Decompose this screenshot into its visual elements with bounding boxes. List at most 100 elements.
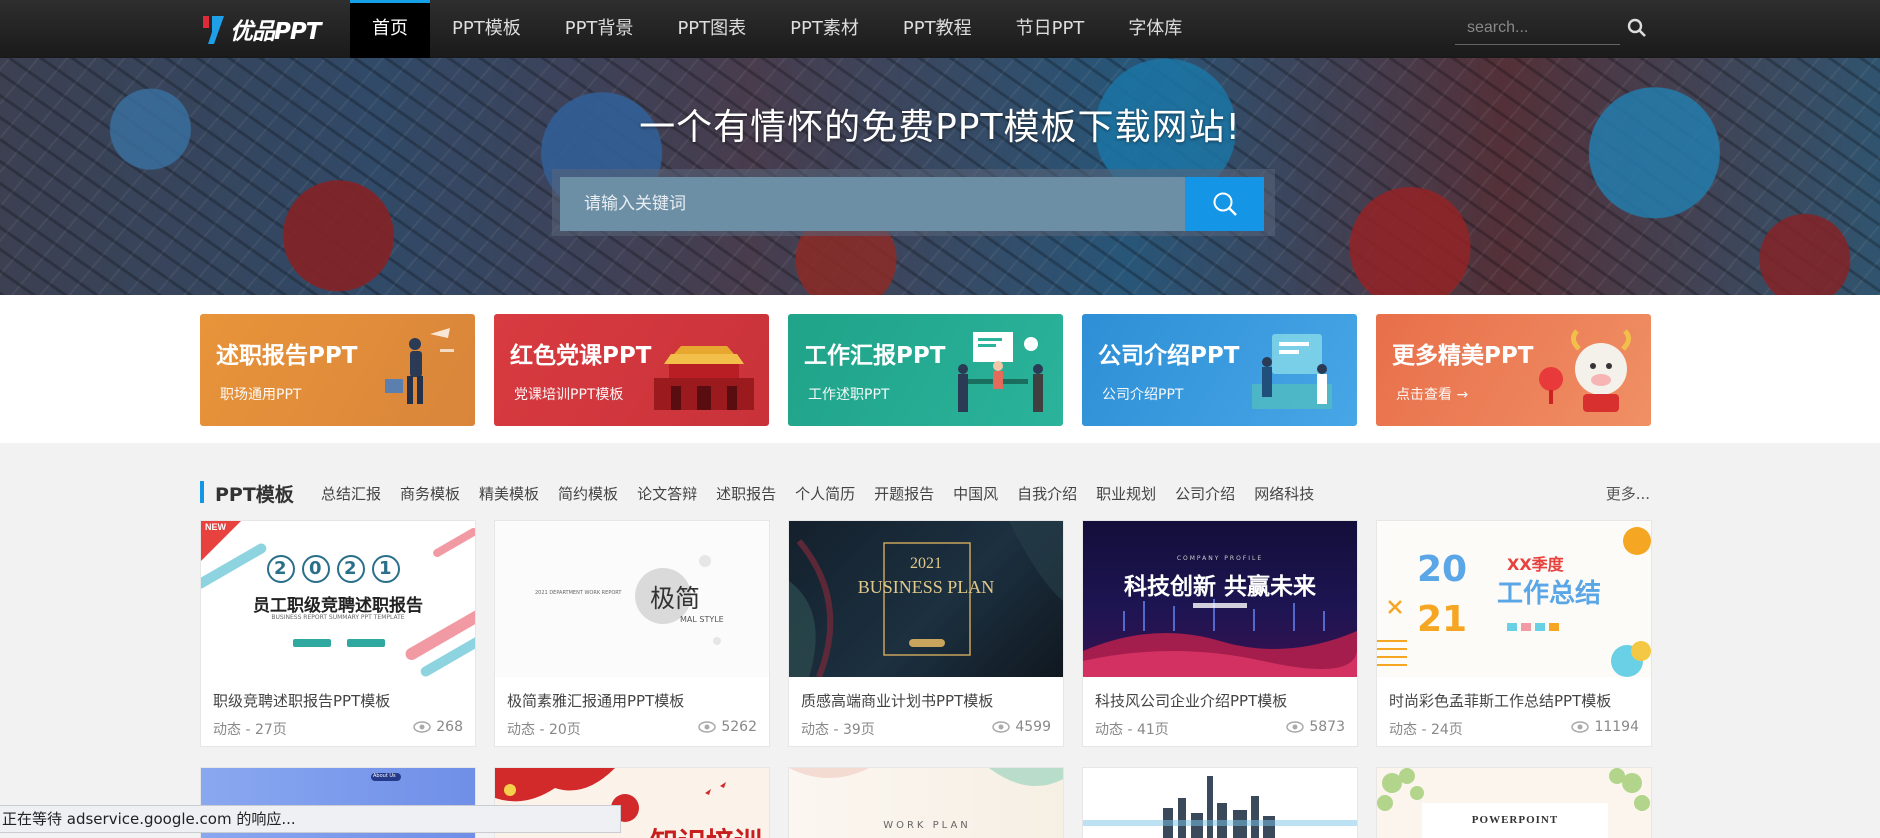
eye-icon: [698, 721, 717, 733]
businessman-illustration-icon: [385, 328, 454, 404]
browser-status-bar: 正在等待 adservice.google.com 的响应...: [0, 805, 621, 833]
thumb-digit: 2: [274, 558, 287, 579]
tag-network-tech[interactable]: 网络科技: [1254, 483, 1314, 504]
tag-proposal-report[interactable]: 开题报告: [874, 483, 934, 504]
thumb-side-text: MAL STYLE: [680, 615, 724, 624]
tag-summary-report[interactable]: 总结汇报: [321, 483, 381, 504]
banner-title: 红色党课PPT: [510, 343, 652, 369]
tag-business[interactable]: 商务模板: [400, 483, 460, 504]
category-banners: 述职报告PPT 职场通用PPT 红色党课PPT 党课培训PPT模板 工作汇报PP…: [0, 295, 1880, 443]
template-card[interactable]: POWERPOINT: [1376, 767, 1652, 838]
thumb-text: POWERPOINT: [1471, 814, 1559, 826]
thumbnail-graphic: [789, 521, 1063, 677]
view-count: 5873: [1309, 719, 1345, 735]
view-count: 11194: [1594, 719, 1639, 735]
thumb-digits: 20: [1417, 549, 1468, 590]
tag-company-intro[interactable]: 公司介绍: [1175, 483, 1235, 504]
tiananmen-illustration-icon: [654, 346, 754, 410]
ox-mascot-icon: [1539, 329, 1631, 412]
tag-minimal[interactable]: 简约模板: [558, 483, 618, 504]
card-views: 5873: [1286, 719, 1345, 735]
nav-item-fonts[interactable]: 字体库: [1106, 0, 1204, 58]
leaf-decoration-graphic: [1377, 768, 1650, 838]
card-title[interactable]: 时尚彩色孟菲斯工作总结PPT模板: [1389, 690, 1611, 711]
banner-more[interactable]: 更多精美PPT 点击查看 →: [1376, 314, 1651, 426]
logo-text: 优品PPT: [230, 19, 321, 45]
template-card[interactable]: [1082, 767, 1358, 838]
template-card[interactable]: NEW 2 0 2 1 员工职级竞聘述职报告 BUSINESS REPORT S…: [200, 520, 476, 747]
card-meta: 动态 - 41页: [1095, 722, 1169, 738]
view-count: 268: [436, 719, 463, 735]
banner-company-intro[interactable]: 公司介绍PPT 公司介绍PPT: [1082, 314, 1357, 426]
tag-thesis-defense[interactable]: 论文答辩: [637, 483, 697, 504]
section-header: PPT模板 总结汇报 商务模板 精美模板 简约模板 论文答辩 述职报告 个人简历…: [200, 478, 1650, 506]
search-icon: [1213, 192, 1237, 216]
banner-title: 公司介绍PPT: [1098, 343, 1240, 369]
category-tags: 总结汇报 商务模板 精美模板 简约模板 论文答辩 述职报告 个人简历 开题报告 …: [321, 483, 1333, 504]
template-thumbnail[interactable]: 20 21 XX季度 工作总结: [1377, 521, 1651, 677]
thumb-digit: 0: [309, 558, 322, 579]
tag-duty-report[interactable]: 述职报告: [716, 483, 776, 504]
card-views: 268: [413, 719, 463, 735]
more-link[interactable]: 更多...: [1606, 483, 1650, 504]
tag-resume[interactable]: 个人简历: [795, 483, 855, 504]
template-card[interactable]: COMPANY PROFILE 科技创新 共赢未来 科技风公司企业介绍PPT模板…: [1082, 520, 1358, 747]
template-thumbnail[interactable]: NEW 2 0 2 1 员工职级竞聘述职报告 BUSINESS REPORT S…: [201, 521, 475, 677]
banner-party-lesson[interactable]: 红色党课PPT 党课培训PPT模板: [494, 314, 769, 426]
eye-icon: [1286, 721, 1305, 733]
banner-work-report[interactable]: 述职报告PPT 职场通用PPT: [200, 314, 475, 426]
search-icon[interactable]: [1627, 18, 1649, 40]
hero-search-button[interactable]: [1185, 177, 1264, 231]
card-title[interactable]: 科技风公司企业介绍PPT模板: [1095, 690, 1287, 711]
template-thumbnail[interactable]: COMPANY PROFILE 科技创新 共赢未来: [1083, 521, 1357, 677]
status-text: 正在等待 adservice.google.com 的响应...: [2, 810, 296, 828]
card-meta: 动态 - 27页: [213, 722, 287, 738]
hero-banner: 一个有情怀的免费PPT模板下载网站!: [0, 58, 1880, 295]
thumbnail-graphic: [635, 555, 721, 645]
eye-icon: [992, 721, 1011, 733]
card-views: 4599: [992, 719, 1051, 735]
template-card[interactable]: 2021 BUSINESS PLAN 质感高端商业计划书PPT模板 动态 - 3…: [788, 520, 1064, 747]
thumb-small-text: COMPANY PROFILE: [1176, 555, 1264, 562]
thumb-small-text: 2021 DEPARTMENT WORK REPORT: [535, 590, 622, 596]
thumb-text: 知识培训: [650, 821, 762, 838]
thumb-heading: 极简: [650, 586, 701, 613]
banner-title: 工作汇报PPT: [804, 343, 946, 369]
hero-search-input[interactable]: [560, 177, 1186, 231]
nav-item-home[interactable]: 首页: [350, 0, 430, 58]
banner-subtitle: 点击查看 →: [1396, 387, 1469, 403]
card-title[interactable]: 质感高端商业计划书PPT模板: [801, 690, 993, 711]
template-card[interactable]: WORK PLAN: [788, 767, 1064, 838]
thumb-heading: XX季度: [1507, 555, 1564, 574]
site-logo[interactable]: 优品PPT: [200, 12, 321, 46]
card-meta: 动态 - 24页: [1389, 722, 1463, 738]
top-search-input[interactable]: [1455, 12, 1620, 44]
nav-item-ppt-materials[interactable]: PPT素材: [768, 0, 881, 58]
thumb-heading: 科技创新 共赢未来: [1123, 574, 1316, 600]
nav-item-ppt-templates[interactable]: PPT模板: [430, 0, 543, 58]
banner-subtitle: 公司介绍PPT: [1102, 387, 1184, 403]
hero-title: 一个有情怀的免费PPT模板下载网站!: [639, 107, 1241, 148]
nav-item-ppt-backgrounds[interactable]: PPT背景: [543, 0, 656, 58]
meeting-illustration-icon: [958, 332, 1043, 412]
nav-item-ppt-tutorials[interactable]: PPT教程: [881, 0, 994, 58]
template-card[interactable]: 20 21 XX季度 工作总结 时尚彩色孟菲斯工作总结PPT模板 动态 - 24…: [1376, 520, 1652, 747]
logo-icon: [200, 12, 226, 46]
template-card[interactable]: 2021 DEPARTMENT WORK REPORT 极简 MAL STYLE…: [494, 520, 770, 747]
template-thumbnail[interactable]: 2021 DEPARTMENT WORK REPORT 极简 MAL STYLE: [495, 521, 769, 677]
hero-search-box: [552, 169, 1275, 236]
thumb-digit: 1: [379, 558, 392, 579]
nav-item-holiday-ppt[interactable]: 节日PPT: [994, 0, 1107, 58]
tag-self-intro[interactable]: 自我介绍: [1017, 483, 1077, 504]
card-title[interactable]: 职级竞聘述职报告PPT模板: [213, 690, 390, 711]
card-views: 5262: [698, 719, 757, 735]
tag-career-plan[interactable]: 职业规划: [1096, 483, 1156, 504]
nav-item-ppt-charts[interactable]: PPT图表: [655, 0, 768, 58]
thumb-heading: 员工职级竞聘述职报告: [253, 596, 423, 616]
template-thumbnail[interactable]: 2021 BUSINESS PLAN: [789, 521, 1063, 677]
banner-work-summary[interactable]: 工作汇报PPT 工作述职PPT: [788, 314, 1063, 426]
tag-exquisite[interactable]: 精美模板: [479, 483, 539, 504]
top-search-box: [1455, 12, 1620, 45]
tag-chinese-style[interactable]: 中国风: [953, 483, 998, 504]
card-title[interactable]: 极简素雅汇报通用PPT模板: [507, 690, 684, 711]
